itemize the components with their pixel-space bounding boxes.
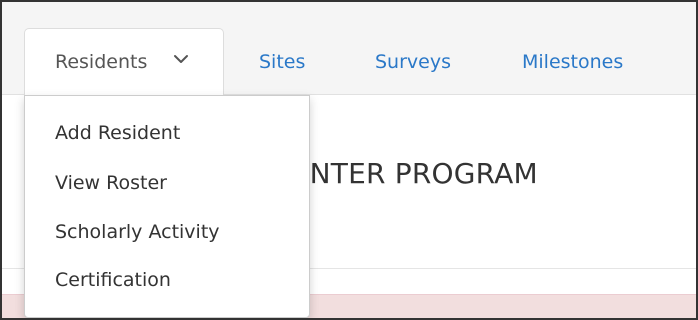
tab-residents-label: Residents: [55, 51, 148, 73]
tab-milestones[interactable]: Milestones: [522, 48, 623, 76]
tab-residents[interactable]: Residents: [24, 28, 224, 96]
menu-item-add-resident[interactable]: Add Resident: [55, 119, 180, 147]
menu-item-scholarly-activity[interactable]: Scholarly Activity: [55, 218, 220, 246]
menu-item-view-roster[interactable]: View Roster: [55, 169, 167, 197]
tab-surveys[interactable]: Surveys: [375, 48, 451, 76]
tab-sites[interactable]: Sites: [259, 48, 305, 76]
menu-item-certification[interactable]: Certification: [55, 266, 171, 294]
screenshot-frame: Residents Sites Surveys Milestones CENTE…: [0, 0, 698, 320]
residents-dropdown-menu: Add Resident View Roster Scholarly Activ…: [24, 95, 310, 318]
page-title: CENTER PROGRAM: [272, 157, 538, 190]
top-navbar: Residents Sites Surveys Milestones: [2, 2, 696, 96]
chevron-down-icon: [174, 55, 188, 63]
